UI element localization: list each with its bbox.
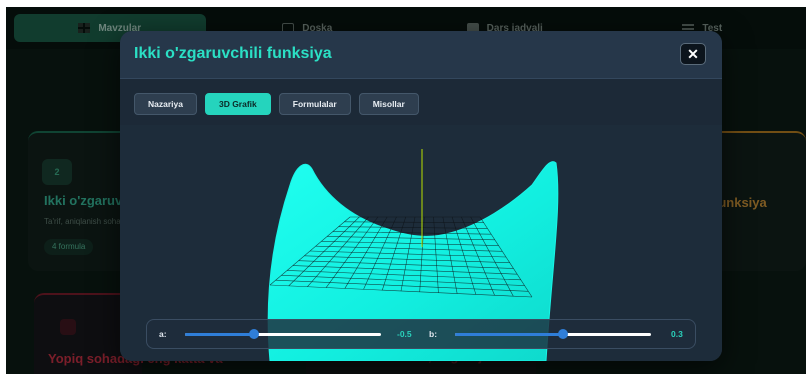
modal-title: Ikki o'zgaruvchili funksiya <box>134 45 332 62</box>
tab-examples[interactable]: Misollar <box>358 93 419 115</box>
modal-tabs: Nazariya 3D Grafik Formulalar Misollar <box>120 79 722 125</box>
tab-formulas[interactable]: Formulalar <box>278 93 351 115</box>
slider-b-value: 0.3 <box>671 329 683 339</box>
app-background: Mavzular Doska Dars jadvali Test 2 Ikki … <box>6 7 806 374</box>
topic-modal: Ikki o'zgaruvchili funksiya ✕ Nazariya 3… <box>120 31 722 361</box>
slider-b-fill <box>455 333 563 336</box>
modal-header: Ikki o'zgaruvchili funksiya ✕ <box>120 31 722 79</box>
close-button[interactable]: ✕ <box>680 43 706 65</box>
slider-a-label: a: <box>159 329 167 339</box>
slider-a-thumb[interactable] <box>248 329 259 339</box>
slider-b-track[interactable] <box>455 329 651 339</box>
parameter-sliders: a: -0.5 b: 0.3 <box>146 319 696 349</box>
slider-a-value: -0.5 <box>397 329 412 339</box>
slider-b-label: b: <box>429 329 438 339</box>
tab-theory[interactable]: Nazariya <box>134 93 197 115</box>
slider-a-track[interactable] <box>185 329 381 339</box>
tab-3d-graph[interactable]: 3D Grafik <box>204 93 271 115</box>
slider-b-thumb[interactable] <box>557 329 568 339</box>
slider-a-fill <box>185 333 254 336</box>
